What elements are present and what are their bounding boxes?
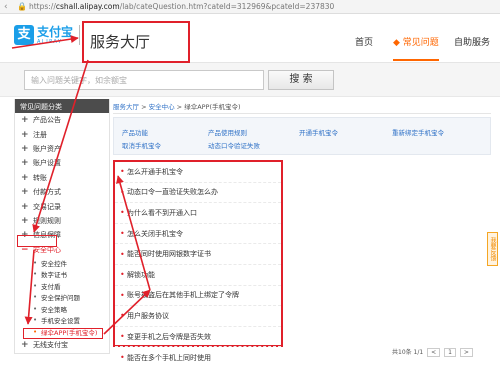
sidebar-item[interactable]: + 付款方式 (15, 185, 109, 199)
expand-icon[interactable]: + (21, 173, 33, 183)
site-header: 支 支付宝 ALIPAY 服务大厅 首页 ◆ 常见问题 自助服务 (0, 15, 500, 63)
nav-home[interactable]: 首页 (355, 35, 373, 48)
sidebar-heading: 常见问题分类 (15, 99, 109, 113)
sidebar-item[interactable]: + 交易记录 (15, 199, 109, 213)
subcategory-panel: 产品功能 产品使用规则 开通手机宝令 重新绑定手机宝令 取消手机宝令 动态口令验… (113, 117, 491, 155)
sidebar-subitem[interactable]: 支付盾 (15, 280, 109, 292)
category-link[interactable]: 开通手机宝令 (299, 127, 338, 137)
logo-text-cn: 支付宝 (37, 24, 74, 39)
question-link[interactable]: 能否在多个手机上同时使用 (115, 347, 281, 368)
sidebar-item[interactable]: + 规则规则 (15, 214, 109, 228)
sidebar-item-label: 交易记录 (33, 202, 61, 211)
category-sidebar: 常见问题分类 + 产品公告 + 注册 + 账户资产 + 账户设置 + 转账 + 付款方式 + 交易记录 + 规… (14, 99, 110, 354)
search-input[interactable]: 输入问题关键字，如余额宝 (24, 70, 264, 90)
expand-icon[interactable]: + (21, 216, 33, 226)
page-number-button[interactable]: 1 (444, 348, 456, 357)
sidebar-subitem[interactable]: 安全保护问题 (15, 291, 109, 303)
next-page-button[interactable]: > (459, 348, 473, 357)
question-list: 怎么开通手机宝令动态口令一直验证失败怎么办为什么看不到开通入口怎么关闭手机宝令能… (113, 160, 283, 362)
category-link[interactable]: 产品使用规则 (208, 127, 247, 137)
sidebar-item[interactable]: + 注册 (15, 127, 109, 141)
sidebar-item[interactable]: + 无线支付宝 (15, 337, 109, 351)
question-link[interactable]: 用户服务协议 (115, 306, 281, 327)
question-link[interactable]: 账号被盗后在其他手机上绑定了令牌 (115, 286, 281, 307)
highlight-box-security-center (17, 235, 57, 247)
pagination-info: 共10条 1/1 (392, 349, 424, 356)
expand-icon[interactable]: + (21, 340, 33, 350)
sidebar-item-label: 无线支付宝 (33, 340, 68, 349)
question-link[interactable]: 变更手机之后令牌是否失效 (115, 327, 281, 348)
category-link[interactable]: 动态口令验证失败 (208, 140, 260, 150)
question-link[interactable]: 怎么关闭手机宝令 (115, 224, 281, 245)
page-title: 服务大厅 (90, 33, 151, 51)
expand-icon[interactable]: + (21, 187, 33, 197)
expand-icon[interactable]: + (21, 144, 33, 154)
question-link[interactable]: 动态口令一直验证失败怎么办 (115, 183, 281, 204)
expand-icon[interactable]: + (21, 202, 33, 212)
nav-faq[interactable]: ◆ 常见问题 (393, 35, 439, 61)
sidebar-item[interactable]: + 账户设置 (15, 156, 109, 170)
sidebar-item[interactable]: + 转账 (15, 171, 109, 185)
search-bar: 输入问题关键字，如余额宝 搜 索 (0, 63, 500, 97)
category-link[interactable]: 重新绑定手机宝令 (392, 127, 444, 137)
sidebar-item-label: 注册 (33, 130, 47, 139)
sidebar-item-label: 产品公告 (33, 116, 61, 125)
feedback-tab[interactable]: 我要反馈 (487, 232, 498, 266)
sidebar-item[interactable]: + 账户资产 (15, 142, 109, 156)
expand-icon[interactable]: + (21, 115, 33, 125)
sidebar-item-label: 账户设置 (33, 159, 61, 168)
sidebar-item-label: 账户资产 (33, 144, 61, 153)
lock-icon: 🔒 (17, 2, 27, 11)
sidebar-item-label: 规则规则 (33, 216, 61, 225)
sidebar-subitem[interactable]: 数字证书 (15, 268, 109, 280)
expand-icon[interactable]: + (21, 158, 33, 168)
logo-divider (79, 25, 81, 45)
category-link[interactable]: 取消手机宝令 (122, 140, 161, 150)
pagination: 共10条 1/1 < 1 > (392, 347, 473, 357)
sidebar-item-label: 付款方式 (33, 188, 61, 197)
search-button[interactable]: 搜 索 (268, 70, 334, 90)
breadcrumb-link-hall[interactable]: 服务大厅 (113, 103, 139, 111)
sidebar-subitem[interactable]: 手机安全设置 (15, 314, 109, 326)
alipay-logo[interactable]: 支 支付宝 ALIPAY (14, 24, 81, 45)
sidebar-item[interactable]: + 产品公告 (15, 113, 109, 127)
logo-text-en: ALIPAY (37, 38, 63, 45)
breadcrumb-current: 绿伞APP(手机宝令) (184, 103, 241, 111)
question-link[interactable]: 为什么看不到开通入口 (115, 203, 281, 224)
question-link[interactable]: 解锁功能 (115, 265, 281, 286)
back-arrow-icon[interactable]: ‹ (4, 2, 14, 12)
highlight-box-green-umbrella (23, 328, 103, 339)
sidebar-subitem[interactable]: 安全控件 (15, 257, 109, 269)
nav-self-service[interactable]: 自助服务 (454, 35, 490, 48)
alipay-logo-icon: 支 (14, 25, 34, 45)
page-title-highlight: 服务大厅 (82, 21, 190, 63)
breadcrumb-divider (113, 113, 491, 114)
expand-icon[interactable]: + (21, 130, 33, 140)
url-text[interactable]: https://cshall.alipay.com/lab/cateQuesti… (29, 2, 334, 11)
breadcrumb: 服务大厅 > 安全中心 > 绿伞APP(手机宝令) (113, 103, 241, 111)
breadcrumb-link-security[interactable]: 安全中心 (149, 103, 175, 111)
question-link[interactable]: 怎么开通手机宝令 (115, 162, 281, 183)
browser-address-bar[interactable]: ‹ 🔒 https://cshall.alipay.com/lab/cateQu… (0, 0, 500, 14)
prev-page-button[interactable]: < (427, 348, 441, 357)
question-link[interactable]: 能否同时使用网银数字证书 (115, 244, 281, 265)
category-link[interactable]: 产品功能 (122, 127, 148, 137)
sidebar-subitem[interactable]: 安全策略 (15, 303, 109, 315)
sidebar-item-label: 转账 (33, 173, 47, 182)
